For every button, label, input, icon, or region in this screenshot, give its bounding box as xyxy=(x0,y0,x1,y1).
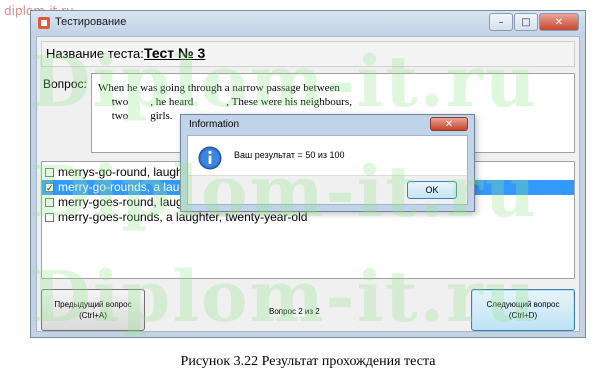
answer-checkbox[interactable] xyxy=(45,213,54,222)
dialog-body: Ваш результат = 50 из 100 OK xyxy=(187,135,468,205)
next-question-button[interactable]: Следующий вопрос (Ctrl+D) xyxy=(471,289,575,331)
answer-checkbox[interactable] xyxy=(45,168,54,177)
answer-label: merrys-go-round, laughter xyxy=(58,165,197,179)
answer-checkbox[interactable] xyxy=(45,198,54,207)
answer-label: merry-goes-rounds, a laughter, twenty-ye… xyxy=(58,210,308,224)
dialog-message: Ваш результат = 50 из 100 xyxy=(234,150,345,160)
minimize-button[interactable]: – xyxy=(489,13,513,31)
question-line: When he was going through a narrow passa… xyxy=(98,82,340,94)
test-name-value: Тест № 3 xyxy=(144,45,206,61)
close-button[interactable]: ✕ xyxy=(539,13,579,31)
answer-item[interactable]: merry-goes-rounds, a laughter, twenty-ye… xyxy=(42,210,574,225)
navigation-panel: Предыдущий вопрос (Ctrl+A) Вопрос 2 из 2… xyxy=(37,285,579,331)
question-line: two , he heard , These were his neighbou… xyxy=(98,96,352,108)
window-title: Тестирование xyxy=(55,16,127,28)
info-icon xyxy=(198,146,222,170)
prev-button-shortcut: (Ctrl+A) xyxy=(79,311,107,320)
question-label: Вопрос: xyxy=(43,77,87,91)
test-name-label: Название теста: xyxy=(46,46,144,61)
dialog-close-button[interactable]: ✕ xyxy=(430,117,468,131)
prev-button-label: Предыдущий вопрос xyxy=(54,300,132,309)
test-name-row: Название теста: Тест № 3 xyxy=(41,41,575,67)
dialog-title: Information xyxy=(189,119,240,130)
information-dialog: Information ✕ Ваш результат = 50 из 100 … xyxy=(180,114,475,212)
app-icon xyxy=(38,17,50,29)
figure-caption: Рисунок 3.22 Результат прохождения теста xyxy=(180,354,436,369)
maximize-button[interactable]: □ xyxy=(514,13,538,31)
next-button-shortcut: (Ctrl+D) xyxy=(508,311,538,320)
previous-question-button[interactable]: Предыдущий вопрос (Ctrl+A) xyxy=(41,289,145,331)
question-counter: Вопрос 2 из 2 xyxy=(269,307,320,316)
ok-button[interactable]: OK xyxy=(407,181,457,199)
next-button-label: Следующий вопрос xyxy=(486,300,560,309)
title-bar: Тестирование – □ ✕ xyxy=(31,11,585,35)
answer-checkbox-checked[interactable]: ✓ xyxy=(45,183,54,193)
window-controls: – □ ✕ xyxy=(488,13,579,31)
dialog-footer: OK xyxy=(188,175,467,204)
